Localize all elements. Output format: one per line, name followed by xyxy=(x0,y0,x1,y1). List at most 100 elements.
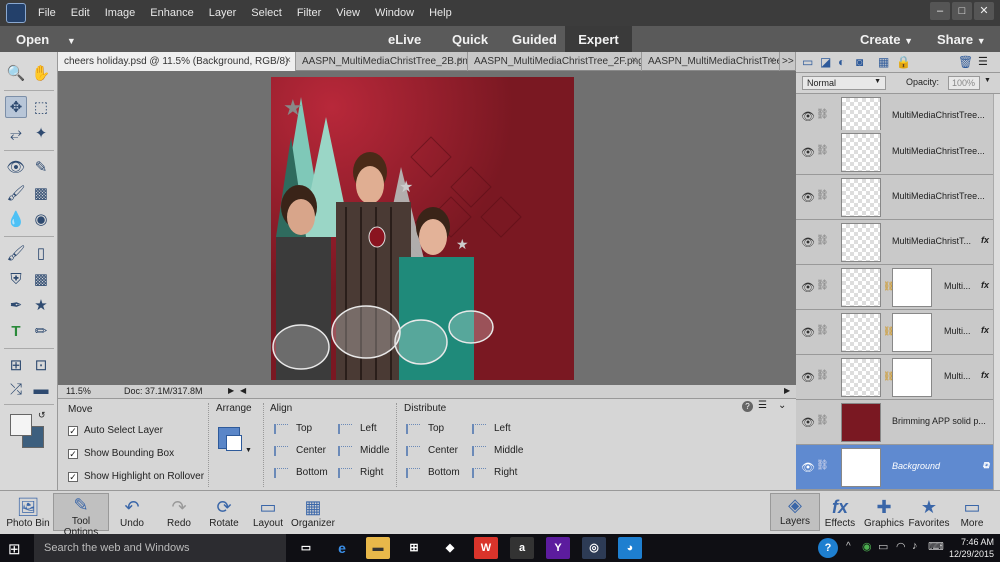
layer-row-selected[interactable]: 👁 ⛓ Background ⧉ xyxy=(796,445,993,490)
wifi-icon[interactable]: ◠ xyxy=(896,540,906,553)
link-icon[interactable]: ⛓ xyxy=(816,235,829,246)
yahoo-icon[interactable]: Y xyxy=(546,537,570,559)
visibility-eye-icon[interactable]: 👁 xyxy=(801,146,815,159)
tray-app-icon[interactable]: ◉ xyxy=(862,540,872,553)
visibility-eye-icon[interactable]: 👁 xyxy=(801,191,815,204)
layer-row[interactable]: 👁 ⛓ ⛓ Multi... fx xyxy=(796,265,993,310)
menu-edit[interactable]: Edit xyxy=(71,7,90,19)
menu-window[interactable]: Window xyxy=(375,7,414,19)
keyboard-icon[interactable]: ⌨ xyxy=(928,540,944,553)
file-explorer-icon[interactable]: ▬ xyxy=(366,537,390,559)
distribute-right[interactable]: Right xyxy=(494,467,517,478)
link-icon[interactable]: ⛓ xyxy=(816,370,829,381)
layer-row[interactable]: 👁 ⛓ ⛓ Multi... fx xyxy=(796,355,993,400)
tabs-overflow-button[interactable]: >> xyxy=(780,52,796,71)
swap-colors-icon[interactable]: ↺ xyxy=(38,410,46,421)
tab-christtree-2b[interactable]: AASPN_MultiMediaChristTree_2B.png × xyxy=(296,52,468,71)
maximize-button[interactable]: □ xyxy=(952,2,972,20)
close-window-button[interactable]: ✕ xyxy=(974,2,994,20)
blend-mode-select[interactable]: Normal ▼ xyxy=(802,76,886,90)
distribute-top[interactable]: Top xyxy=(428,423,444,434)
link-icon[interactable]: ⛓ xyxy=(816,280,829,291)
zoom-level[interactable]: 11.5% xyxy=(66,386,91,396)
amazon-icon[interactable]: a xyxy=(510,537,534,559)
hand-icon[interactable]: ✋ xyxy=(30,62,52,84)
link-icon[interactable]: ⛓ xyxy=(816,109,829,120)
align-top[interactable]: Top xyxy=(296,423,312,434)
highlight-rollover-checkbox[interactable]: ✓ xyxy=(68,472,78,482)
layer-row[interactable]: 👁 ⛓ MultiMediaChristT... fx xyxy=(796,220,993,265)
gradient-icon[interactable]: ▩ xyxy=(30,268,52,290)
collapse-icon[interactable]: ⌄ xyxy=(778,400,786,411)
paint-bucket-icon[interactable]: ⛨ xyxy=(5,268,27,290)
adjustment-layer-icon[interactable]: ◐ xyxy=(838,55,845,69)
open-dropdown-icon[interactable]: ▼ xyxy=(67,36,76,46)
align-right-icon[interactable] xyxy=(338,468,352,478)
minimize-button[interactable]: – xyxy=(930,2,950,20)
layer-row[interactable]: 👁 ⛓ Brimming APP solid p... xyxy=(796,400,993,445)
menu-image[interactable]: Image xyxy=(105,7,136,19)
red-eye-icon[interactable]: 👁 xyxy=(5,156,27,178)
recompose-icon[interactable]: ⊡ xyxy=(30,354,52,376)
tab-cheers-holiday[interactable]: cheers holiday.psd @ 11.5% (Background, … xyxy=(58,52,296,71)
link-icon[interactable]: ⛓ xyxy=(816,325,829,336)
visibility-eye-icon[interactable]: 👁 xyxy=(801,461,815,474)
photo-bin-button[interactable]: 🖼 Photo Bin xyxy=(0,496,56,529)
wps-icon[interactable]: W xyxy=(474,537,498,559)
edge-icon[interactable]: e xyxy=(330,537,354,559)
crop-icon[interactable]: ⊞ xyxy=(5,354,27,376)
elements-taskbar-icon[interactable]: ◎ xyxy=(582,537,606,559)
tool-options-button[interactable]: ✎ Tool Options xyxy=(53,493,109,538)
store-icon[interactable]: ⊞ xyxy=(402,537,426,559)
lasso-icon[interactable]: ⥂ xyxy=(5,122,27,144)
more-button[interactable]: ▭ More xyxy=(944,496,1000,529)
tab-christtree-more[interactable]: AASPN_MultiMediaChristTree_ × xyxy=(642,52,780,71)
align-top-icon[interactable] xyxy=(274,424,288,434)
browser-icon[interactable]: ◕ xyxy=(618,537,642,559)
status-menu-icon[interactable]: ▶ xyxy=(228,386,234,395)
visibility-eye-icon[interactable]: 👁 xyxy=(801,236,815,249)
layer-mask-thumbnail[interactable] xyxy=(892,313,932,352)
zoom-icon[interactable]: 🔍 xyxy=(5,62,27,84)
eyedropper-icon[interactable]: ✒ xyxy=(5,294,27,316)
align-left-icon[interactable] xyxy=(338,424,352,434)
taskbar-search-input[interactable]: Search the web and Windows xyxy=(34,534,286,562)
mode-expert[interactable]: Expert xyxy=(565,26,632,52)
menu-select[interactable]: Select xyxy=(251,7,282,19)
distribute-center-icon[interactable] xyxy=(406,446,420,456)
distribute-center[interactable]: Center xyxy=(428,445,458,456)
windows-start-icon[interactable]: ⊞ xyxy=(8,540,21,558)
arrange-dropdown-icon[interactable]: ▼ xyxy=(245,447,252,454)
create-button[interactable]: Create ▼ xyxy=(860,32,913,47)
distribute-middle[interactable]: Middle xyxy=(494,445,523,456)
move-icon[interactable]: ✥ xyxy=(5,96,27,118)
new-group-icon[interactable]: ◪ xyxy=(820,55,831,69)
dropbox-icon[interactable]: ◆ xyxy=(438,537,462,559)
smart-brush-icon[interactable]: 🖌 xyxy=(5,182,27,204)
content-aware-move-icon[interactable]: ⤮ xyxy=(5,378,27,400)
menu-file[interactable]: File xyxy=(38,7,56,19)
panel-menu-icon[interactable]: ☰ xyxy=(978,55,988,68)
layer-row[interactable]: 👁 ⛓ MultiMediaChristTree... xyxy=(796,130,993,175)
mode-quick[interactable]: Quick xyxy=(452,32,488,47)
foreground-color-swatch-front[interactable] xyxy=(10,414,32,436)
straighten-icon[interactable]: ▬ xyxy=(30,378,52,400)
new-layer-icon[interactable]: ▭ xyxy=(802,55,813,69)
menu-layer[interactable]: Layer xyxy=(209,7,237,19)
close-tab-icon[interactable]: × xyxy=(631,55,637,66)
tray-expand-icon[interactable]: ^ xyxy=(846,541,851,552)
custom-shape-icon[interactable]: ★ xyxy=(30,294,52,316)
align-right[interactable]: Right xyxy=(360,467,383,478)
layers-scrollbar[interactable] xyxy=(993,94,1000,490)
add-mask-icon[interactable]: ◙ xyxy=(856,55,863,69)
distribute-middle-icon[interactable] xyxy=(472,446,486,456)
distribute-left[interactable]: Left xyxy=(494,423,511,434)
mode-guided[interactable]: Guided xyxy=(512,32,557,47)
opacity-input[interactable]: 100% xyxy=(948,76,980,90)
organizer-button[interactable]: ▦ Organizer xyxy=(285,496,341,529)
marquee-icon[interactable]: ⬚ xyxy=(30,96,52,118)
layer-row[interactable]: 👁 ⛓ ⛓ Multi... fx xyxy=(796,310,993,355)
visibility-eye-icon[interactable]: 👁 xyxy=(801,416,815,429)
menu-help[interactable]: Help xyxy=(429,7,452,19)
options-menu-icon[interactable]: ☰ xyxy=(758,400,767,411)
